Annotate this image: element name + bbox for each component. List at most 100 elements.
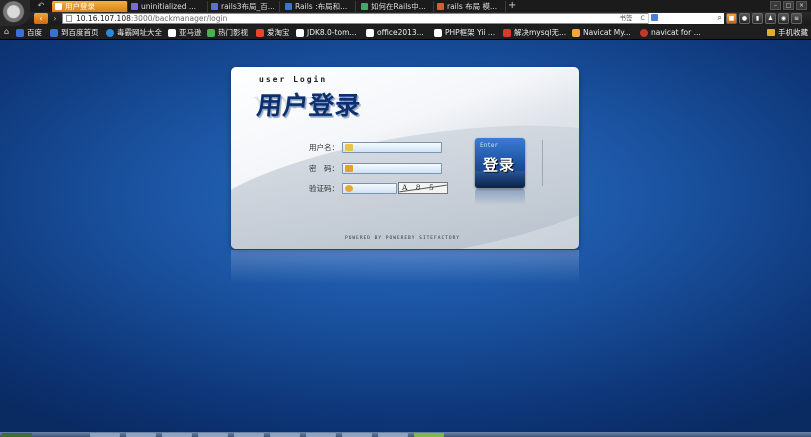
username-label: 用户名： <box>309 143 339 152</box>
login-button[interactable]: Enter 登录 <box>475 138 525 188</box>
taskbar-item[interactable] <box>162 433 192 437</box>
password-label: 密 码： <box>309 164 339 173</box>
bookmark-item[interactable]: office2013... <box>366 27 424 38</box>
taskbar-item[interactable] <box>306 433 336 437</box>
taskbar-item[interactable] <box>234 433 264 437</box>
tab-rails3-layout[interactable]: rails3布局_百... <box>208 1 280 12</box>
bookmark-item[interactable]: 毒霸网址大全 <box>106 27 162 38</box>
captcha-field[interactable] <box>342 183 397 194</box>
site-icon <box>256 28 264 37</box>
extension-icon[interactable]: ♟ <box>765 13 776 24</box>
site-icon <box>168 28 176 37</box>
captcha-row: 验证码： <box>303 183 397 194</box>
site-icon <box>503 28 511 37</box>
browser-nav-bar: ‹ › 10.16.107.108 :3000/backmanager/logi… <box>0 12 811 25</box>
username-field[interactable] <box>342 142 442 153</box>
tab-user-login[interactable]: 用户登录 <box>52 1 128 12</box>
login-title-reflection: 用户登录 <box>253 95 361 110</box>
site-icon <box>106 28 114 37</box>
page-icon <box>55 3 62 10</box>
password-field[interactable] <box>342 163 442 174</box>
browser-logo-icon[interactable] <box>0 0 30 26</box>
page-icon <box>366 28 374 37</box>
bookmark-item[interactable]: Navicat My... <box>572 27 631 38</box>
lock-icon <box>345 165 353 172</box>
tab-uninitialized[interactable]: uninitialized ... <box>128 1 208 12</box>
page-icon <box>296 28 304 37</box>
minimize-icon[interactable]: – <box>770 1 781 10</box>
extension-icon[interactable]: ■ <box>726 13 737 24</box>
folder-icon <box>767 29 775 36</box>
login-button-reflection <box>475 189 525 205</box>
back-button[interactable]: ‹ <box>34 13 48 24</box>
close-icon[interactable]: × <box>796 1 807 10</box>
bookmark-item[interactable]: 百度 <box>16 27 42 38</box>
bookmark-item[interactable]: navicat for ... <box>640 27 701 38</box>
captcha-label: 验证码： <box>309 184 339 193</box>
browser-tab-bar: ↶ 用户登录 uninitialized ... rails3布局_百... R… <box>0 0 811 12</box>
site-icon <box>572 28 580 37</box>
password-row: 密 码： <box>303 163 442 174</box>
bookmark-item[interactable]: 爱淘宝 <box>256 27 290 38</box>
tab-rails-layout[interactable]: Rails :布局和... <box>282 1 356 12</box>
taskbar-item[interactable] <box>198 433 228 437</box>
bookmark-item[interactable]: JDK8.0-tom... <box>296 27 357 38</box>
toolbar-extensions: ■ ● ▮ ♟ ◉ ≡ <box>726 13 802 24</box>
site-icon <box>640 28 648 37</box>
captcha-image[interactable]: A 8 5 ч <box>398 182 448 194</box>
search-input[interactable]: ⌕ <box>648 13 724 24</box>
tab-how-in-rails[interactable]: 如何在Rails中... <box>358 1 434 12</box>
powered-by-text: POWERED BY POWEREBY SITEFACTORY <box>345 236 460 241</box>
extension-icon[interactable]: ◉ <box>778 13 789 24</box>
site-icon <box>207 28 215 37</box>
login-panel-reflection <box>231 250 579 284</box>
bookmark-item[interactable]: 到百度首页 <box>50 27 99 38</box>
address-bar[interactable]: 10.16.107.108 :3000/backmanager/login 书签… <box>62 13 724 24</box>
taskbar-item[interactable] <box>342 433 372 437</box>
address-host: 10.16.107.108 <box>76 14 131 23</box>
taskbar-item[interactable] <box>126 433 156 437</box>
tab-rails-layout-template[interactable]: rails 布局 模... <box>434 1 506 12</box>
window-controls: – □ × <box>770 1 807 10</box>
search-icon[interactable]: ⌕ <box>718 13 722 22</box>
key-icon <box>345 185 353 192</box>
site-icon <box>131 3 138 10</box>
divider <box>542 140 543 186</box>
bookmark-item[interactable]: PHP框架 Yii ... <box>434 27 495 38</box>
address-path: :3000/backmanager/login <box>130 14 228 23</box>
taskbar-item[interactable] <box>90 433 120 437</box>
taskbar-item[interactable] <box>270 433 300 437</box>
refresh-icon[interactable]: C <box>640 14 645 23</box>
taskbar-item[interactable] <box>378 433 408 437</box>
paw-icon <box>50 28 58 37</box>
login-title-en: user Login <box>259 75 328 84</box>
site-icon <box>437 3 444 10</box>
taskbar <box>0 432 811 437</box>
forward-button[interactable]: › <box>50 13 60 24</box>
bookmark-star-icon[interactable]: 书签 <box>619 14 632 23</box>
username-row: 用户名： <box>303 142 442 153</box>
page-icon <box>434 28 442 37</box>
menu-icon[interactable]: ≡ <box>791 13 802 24</box>
new-tab-button[interactable]: + <box>508 0 516 11</box>
extension-icon[interactable]: ▮ <box>752 13 763 24</box>
bookmark-item[interactable]: 解决mysql无... <box>503 27 566 38</box>
login-panel: user Login 用户登录 用户登录 用户名： 密 码： 验证码： A 8 … <box>231 67 579 249</box>
user-icon <box>345 144 353 151</box>
maximize-icon[interactable]: □ <box>783 1 794 10</box>
site-icon <box>361 3 368 10</box>
extension-icon[interactable]: ● <box>739 13 750 24</box>
site-icon <box>285 3 292 10</box>
bookmark-item[interactable]: 亚马逊 <box>168 27 202 38</box>
mobile-bookmarks[interactable]: 手机收藏 <box>767 27 808 38</box>
site-icon <box>211 3 218 10</box>
login-button-label-en: Enter <box>480 142 499 149</box>
paw-icon <box>16 28 24 37</box>
page-icon <box>66 15 72 22</box>
bookmark-item[interactable]: 热门影视 <box>207 27 248 38</box>
tab-history-back-icon[interactable]: ↶ <box>36 1 46 11</box>
taskbar-item[interactable] <box>414 433 444 437</box>
start-button[interactable] <box>2 433 32 437</box>
search-engine-icon[interactable] <box>651 14 658 21</box>
home-icon[interactable]: ⌂ <box>4 27 9 36</box>
